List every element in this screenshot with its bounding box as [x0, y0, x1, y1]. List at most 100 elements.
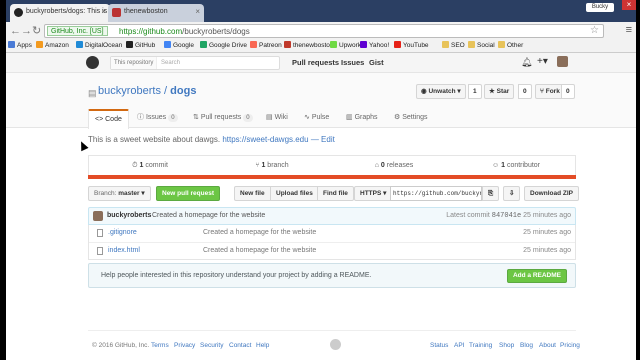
notifications-bell-icon[interactable]: 🔔︎	[521, 57, 532, 68]
contributors-summary[interactable]: ☺ 1 contributor	[455, 156, 577, 176]
bookmark-social[interactable]: Social	[468, 41, 495, 51]
bookmark-yahoo[interactable]: Yahoo!	[360, 41, 389, 51]
file-commit-message[interactable]: Created a homepage for the website	[203, 229, 316, 236]
repo-name-link[interactable]: dogs	[170, 85, 196, 97]
tab-label: Graphs	[354, 114, 378, 121]
file-name-link[interactable]: index.html	[108, 247, 140, 254]
watchers-count[interactable]: 1	[468, 84, 482, 99]
branch-select[interactable]: Branch: master ▾	[88, 186, 151, 201]
back-arrow-icon[interactable]: ←	[10, 25, 21, 37]
github-logo-icon[interactable]	[86, 56, 99, 69]
find-file-button[interactable]: Find file	[317, 186, 354, 201]
tab-graphs[interactable]: ▥ Graphs	[340, 109, 384, 128]
copy-clipboard-icon[interactable]: ⎘	[482, 186, 500, 201]
commit-author-avatar[interactable]	[93, 211, 103, 221]
bookmark-apps[interactable]: Apps	[8, 41, 32, 51]
clone-url-input[interactable]: https://github.com/buckyroberts/dogs.git	[390, 186, 482, 201]
footer-link-status[interactable]: Status	[430, 342, 448, 349]
file-age: 25 minutes ago	[523, 229, 571, 236]
footer-link-about[interactable]: About	[539, 342, 556, 349]
footer-link-blog[interactable]: Blog	[520, 342, 533, 349]
profile-button[interactable]: Bucky	[586, 3, 614, 12]
file-commit-message[interactable]: Created a homepage for the website	[203, 247, 316, 254]
commit-age: 25 minutes ago	[523, 212, 571, 219]
forward-arrow-icon[interactable]: →	[21, 25, 32, 37]
bookmark-patreon[interactable]: Patreon	[250, 41, 282, 51]
commit-author[interactable]: buckyroberts	[107, 212, 151, 219]
commit-message[interactable]: Created a homepage for the website	[152, 212, 265, 219]
bookmark-favicon-icon	[126, 41, 133, 48]
close-tab-icon[interactable]: ×	[101, 7, 106, 16]
bookmark-google[interactable]: Google	[164, 41, 194, 51]
create-new-plus-icon[interactable]: +▾	[537, 56, 548, 67]
add-readme-button[interactable]: Add a README	[506, 269, 567, 283]
footer-link-help[interactable]: Help	[256, 342, 269, 349]
nav-gist[interactable]: Gist	[369, 58, 384, 67]
window-close-icon[interactable]: ×	[622, 0, 636, 10]
footer-link-terms[interactable]: Terms	[151, 342, 169, 349]
website-link[interactable]: https://sweet-dawgs.edu	[222, 135, 308, 144]
nav-issues[interactable]: Issues	[341, 58, 364, 67]
file-age: 25 minutes ago	[523, 247, 571, 254]
search-placeholder: Search	[161, 60, 181, 66]
file-name-link[interactable]: .gitignore	[108, 229, 137, 236]
footer-link-training[interactable]: Training	[469, 342, 492, 349]
bookmark-upwork[interactable]: Upwork	[330, 41, 361, 51]
tab-issues[interactable]: ⓘ Issues 0	[131, 109, 184, 128]
latest-commit-info: Latest commit 847041e 25 minutes ago	[446, 212, 571, 220]
url-text[interactable]: https://github.com/buckyroberts/dogs	[119, 26, 250, 37]
chrome-menu-icon[interactable]: ≡	[626, 24, 632, 36]
bookmark-google-drive[interactable]: Google Drive	[200, 41, 247, 51]
clone-protocol-select[interactable]: HTTPS ▾	[354, 186, 393, 201]
bookmark-favicon-icon	[284, 41, 291, 48]
footer-link-shop[interactable]: Shop	[499, 342, 514, 349]
new-pull-request-button[interactable]: New pull request	[156, 186, 221, 201]
forks-count[interactable]: 0	[561, 84, 575, 99]
footer-link-security[interactable]: Security	[200, 342, 223, 349]
bookmark-youtube[interactable]: YouTube	[394, 41, 429, 51]
footer-link-pricing[interactable]: Pricing	[560, 342, 580, 349]
new-file-button[interactable]: New file	[234, 186, 271, 201]
user-avatar[interactable]	[557, 56, 568, 67]
language-bar[interactable]	[88, 175, 576, 179]
close-tab-icon[interactable]: ×	[195, 7, 200, 16]
releases-summary[interactable]: ⌂ 0 releases	[333, 156, 455, 176]
secure-lock-badge[interactable]: GitHub, Inc. [US]	[47, 26, 108, 36]
stars-count[interactable]: 0	[518, 84, 532, 99]
nav-pull-requests[interactable]: Pull requests	[292, 58, 339, 67]
branches-summary[interactable]: ⑂ 1 branch	[211, 156, 333, 176]
tab-wiki[interactable]: ▤ Wiki	[260, 109, 294, 128]
bookmark-favicon-icon	[394, 41, 401, 48]
star-button[interactable]: ★ Star	[484, 84, 515, 99]
tab-settings[interactable]: ⚙ Settings	[388, 109, 434, 128]
unwatch-button[interactable]: ◉ Unwatch ▾	[416, 84, 466, 99]
footer-link-contact[interactable]: Contact	[229, 342, 251, 349]
reload-icon[interactable]: ↻	[32, 25, 41, 37]
open-desktop-icon[interactable]: ⇩	[503, 186, 521, 201]
tab-pulse[interactable]: ∿ Pulse	[298, 109, 335, 128]
browser-tab-active[interactable]: buckyroberts/dogs: This is ×	[10, 4, 110, 22]
repo-owner-link[interactable]: buckyroberts	[98, 85, 161, 97]
bookmark-other[interactable]: Other	[498, 41, 523, 51]
edit-description-link[interactable]: — Edit	[311, 135, 335, 144]
tab-code[interactable]: <> Code	[88, 109, 129, 129]
bookmark-github[interactable]: GitHub	[126, 41, 155, 51]
bookmark-star-icon[interactable]: ☆	[590, 25, 599, 36]
bookmark-amazon[interactable]: Amazon	[36, 41, 69, 51]
commits-summary[interactable]: ⏱ 1 commit	[89, 156, 211, 176]
upload-files-button[interactable]: Upload files	[270, 186, 319, 201]
download-zip-button[interactable]: Download ZIP	[524, 186, 579, 201]
github-footer-logo-icon[interactable]	[330, 339, 341, 350]
footer-link-privacy[interactable]: Privacy	[174, 342, 195, 349]
bookmark-thenewboston[interactable]: thenewboston	[284, 41, 333, 51]
bookmark-seo[interactable]: SEO	[442, 41, 465, 51]
footer-link-api[interactable]: API	[454, 342, 464, 349]
address-bar[interactable]: GitHub, Inc. [US] https://github.com/buc…	[44, 24, 604, 38]
bookmark-label: Yahoo!	[369, 42, 390, 49]
tab-pull-requests[interactable]: ⇅ Pull requests 0	[187, 109, 259, 128]
commit-sha[interactable]: 847041e	[492, 212, 521, 220]
browser-tab[interactable]: thenewboston ×	[108, 4, 204, 22]
tab-title: thenewboston	[124, 8, 168, 15]
search-input[interactable]: This repository Search	[110, 56, 280, 70]
bookmark-digitalocean[interactable]: DigitalOcean	[76, 41, 122, 51]
